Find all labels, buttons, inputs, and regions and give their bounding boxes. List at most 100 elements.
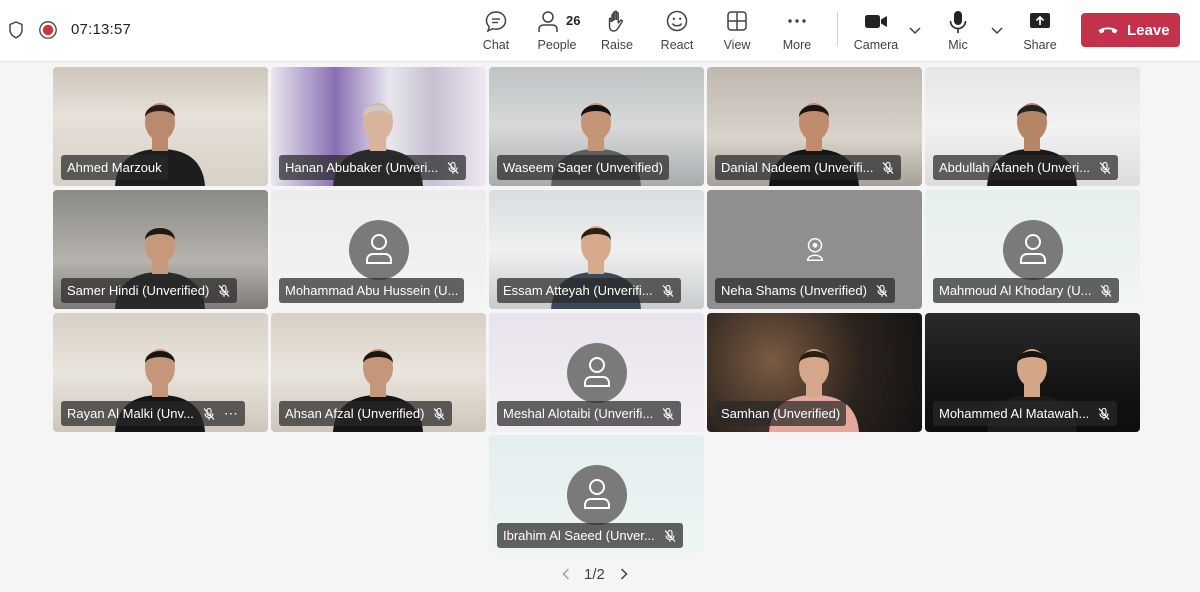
participant-name: Abdullah Afaneh (Unveri... xyxy=(939,160,1091,175)
participant-name: Meshal Alotaibi (Unverifi... xyxy=(503,406,654,421)
view-button[interactable]: View xyxy=(706,6,768,58)
person-icon xyxy=(583,356,610,387)
participant-name: Ahmed Marzouk xyxy=(67,160,162,175)
participant-nameplate: Mahmoud Al Khodary (U... xyxy=(933,278,1120,303)
participant-tile[interactable]: Samer Hindi (Unverified) xyxy=(53,190,268,309)
camera-button[interactable]: Camera xyxy=(845,6,907,58)
camera-icon xyxy=(865,15,887,28)
more-button[interactable]: More xyxy=(766,6,828,58)
people-icon xyxy=(538,11,558,32)
participant-name: Mohammad Abu Hussein (U... xyxy=(285,283,459,298)
mic-muted-icon xyxy=(1099,161,1111,174)
mic-muted-icon xyxy=(883,161,894,174)
smiley-icon xyxy=(666,10,688,32)
participant-nameplate: Samer Hindi (Unverified) xyxy=(61,278,238,303)
participant-name: Hanan Abubaker (Unveri... xyxy=(285,160,439,175)
participant-name: Waseem Saqer (Unverified) xyxy=(503,160,663,175)
participant-nameplate: Meshal Alotaibi (Unverifi... xyxy=(497,401,682,426)
participant-tile[interactable]: Samhan (Unverified) xyxy=(707,313,922,432)
participant-nameplate: Mohammad Abu Hussein (U... xyxy=(279,278,465,303)
mic-muted-icon xyxy=(662,407,674,420)
mic-muted-icon xyxy=(664,529,676,542)
people-button[interactable]: 26 People xyxy=(526,6,588,58)
person-icon xyxy=(1019,233,1046,264)
participant-tile[interactable]: Ahsan Afzal (Unverified) xyxy=(271,313,486,432)
participant-tile[interactable]: Ahmed Marzouk xyxy=(53,67,268,186)
leave-label: Leave xyxy=(1127,22,1170,39)
participant-nameplate: Mohammed Al Matawah... xyxy=(933,401,1118,426)
participant-name: Ahsan Afzal (Unverified) xyxy=(285,406,425,421)
mic-options-chevron-icon[interactable] xyxy=(989,20,1005,40)
participant-nameplate: Neha Shams (Unverified) xyxy=(715,278,895,303)
page-indicator: 1/2 xyxy=(584,566,605,583)
react-label: React xyxy=(660,38,694,52)
raise-label: Raise xyxy=(601,38,633,52)
chat-icon xyxy=(485,11,507,33)
meeting-timer: 07:13:57 xyxy=(71,21,131,38)
participant-tile[interactable]: Essam Atteyah (Unverifi... xyxy=(489,190,704,309)
mic-button[interactable]: Mic xyxy=(927,6,989,58)
participant-nameplate: Samhan (Unverified) xyxy=(715,401,847,426)
participant-nameplate: Abdullah Afaneh (Unveri... xyxy=(933,155,1119,180)
leave-button[interactable]: Leave xyxy=(1081,13,1180,47)
participant-tile[interactable]: Ibrahim Al Saeed (Unver... xyxy=(489,435,704,554)
previous-page-chevron-icon[interactable] xyxy=(560,567,572,581)
participant-tile[interactable]: Mohammad Abu Hussein (U... xyxy=(271,190,486,309)
mic-muted-icon xyxy=(1101,284,1112,297)
participant-avatar xyxy=(566,464,627,525)
participant-name: Samhan (Unverified) xyxy=(721,406,841,421)
tile-more-options-icon[interactable]: ⋯ xyxy=(224,405,239,422)
participant-name: Mohammed Al Matawah... xyxy=(939,406,1090,421)
next-page-chevron-icon[interactable] xyxy=(618,567,630,581)
microphone-icon xyxy=(949,11,967,33)
hang-up-icon xyxy=(1098,27,1118,34)
participant-avatar xyxy=(1002,219,1063,280)
meeting-toolbar: 07:13:57 Chat 26 People Raise React View… xyxy=(0,0,1200,62)
camera-label: Camera xyxy=(853,38,899,52)
more-label: More xyxy=(782,38,812,52)
chat-button[interactable]: Chat xyxy=(465,6,527,58)
people-label: People xyxy=(537,38,577,52)
participant-nameplate: Essam Atteyah (Unverifi... xyxy=(497,278,681,303)
more-icon xyxy=(788,19,806,23)
person-icon xyxy=(365,233,392,264)
participant-name: Samer Hindi (Unverified) xyxy=(67,283,210,298)
participant-tile[interactable]: Mohammed Al Matawah... xyxy=(925,313,1140,432)
mic-muted-icon xyxy=(876,284,888,297)
participant-nameplate: Ibrahim Al Saeed (Unver... xyxy=(497,523,683,548)
mic-muted-icon xyxy=(434,407,445,420)
view-label: View xyxy=(723,38,751,52)
participant-nameplate: Rayan Al Malki (Unv... ⋯ xyxy=(61,401,245,426)
share-screen-icon xyxy=(1030,13,1050,28)
chat-label: Chat xyxy=(482,38,510,52)
mic-label: Mic xyxy=(948,38,968,52)
participant-tile[interactable]: Waseem Saqer (Unverified) xyxy=(489,67,704,186)
participant-tile[interactable]: Neha Shams (Unverified) xyxy=(707,190,922,309)
people-count-badge: 26 xyxy=(566,13,581,28)
mic-muted-icon xyxy=(218,284,230,297)
raise-hand-button[interactable]: Raise xyxy=(586,6,648,58)
participant-avatar xyxy=(566,342,627,403)
participant-tile[interactable]: Meshal Alotaibi (Unverifi... xyxy=(489,313,704,432)
page-navigator: 1/2 xyxy=(556,563,646,585)
participant-nameplate: Danial Nadeem (Unverifi... xyxy=(715,155,902,180)
participant-tile[interactable]: Hanan Abubaker (Unveri... xyxy=(271,67,486,186)
mic-muted-icon xyxy=(447,161,459,174)
participant-name: Essam Atteyah (Unverifi... xyxy=(503,283,653,298)
participant-nameplate: Waseem Saqer (Unverified) xyxy=(497,155,669,180)
participant-tile[interactable]: Danial Nadeem (Unverifi... xyxy=(707,67,922,186)
camera-off-avatar-icon xyxy=(806,237,824,261)
participant-name: Neha Shams (Unverified) xyxy=(721,283,867,298)
react-button[interactable]: React xyxy=(646,6,708,58)
mic-muted-icon xyxy=(662,284,674,297)
participant-tile[interactable]: Mahmoud Al Khodary (U... xyxy=(925,190,1140,309)
mic-muted-icon xyxy=(203,407,215,420)
participant-tile[interactable]: Rayan Al Malki (Unv... ⋯ xyxy=(53,313,268,432)
participant-tile[interactable]: Abdullah Afaneh (Unveri... xyxy=(925,67,1140,186)
shield-icon[interactable] xyxy=(6,20,26,40)
grid-view-icon xyxy=(727,11,747,31)
person-icon xyxy=(583,478,610,509)
camera-options-chevron-icon[interactable] xyxy=(907,20,923,40)
participant-nameplate: Hanan Abubaker (Unveri... xyxy=(279,155,467,180)
share-button[interactable]: Share xyxy=(1009,6,1071,58)
